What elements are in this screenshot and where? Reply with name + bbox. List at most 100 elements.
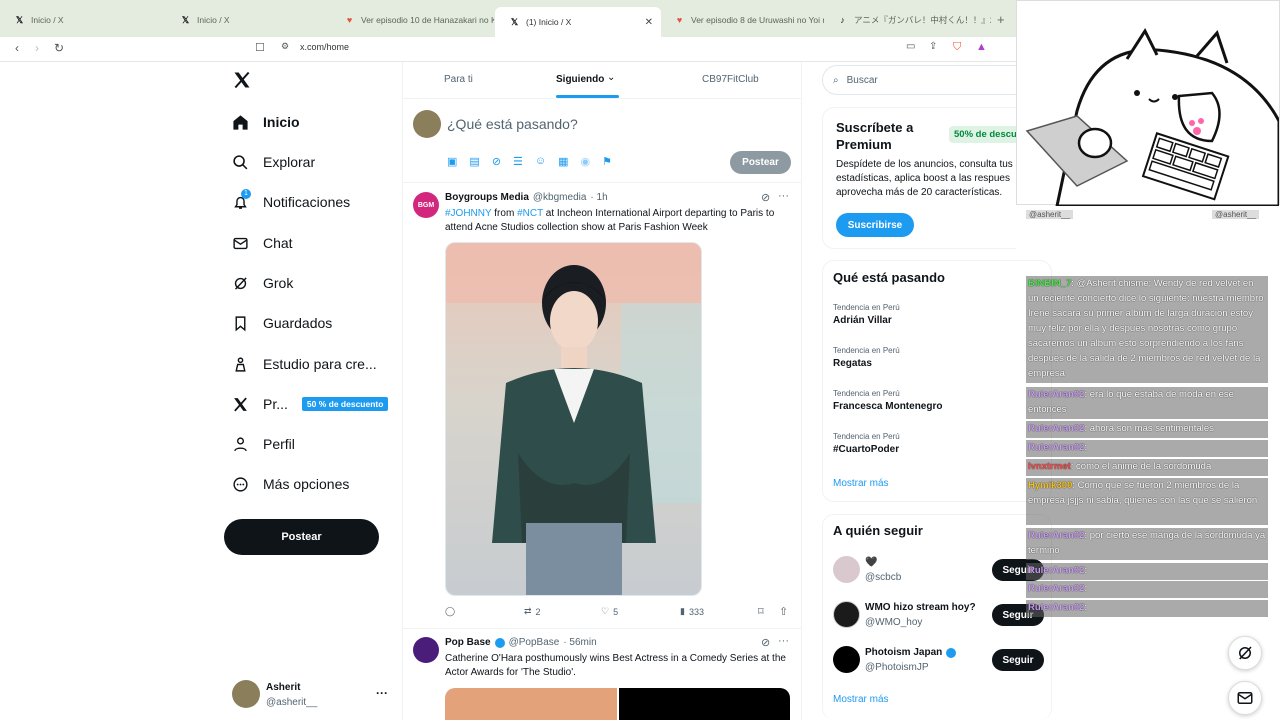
trends-show-more-link[interactable]: Mostrar más	[833, 478, 889, 489]
cast-icon[interactable]: ▭	[906, 41, 915, 52]
location-icon[interactable]: ◉	[581, 155, 591, 168]
chevron-down-icon[interactable]: ⌄	[607, 72, 615, 83]
brave-shield-icon[interactable]: ⛉	[953, 41, 961, 54]
url-field[interactable]: x.com/home	[300, 42, 349, 52]
grok-icon[interactable]: ⊘	[761, 636, 770, 649]
tweet-time[interactable]: · 56min	[563, 637, 596, 648]
tweet-media-image[interactable]	[445, 688, 617, 720]
trend-item[interactable]: Tendencia en Perú Adrián Villar	[833, 303, 900, 326]
new-tab-icon[interactable]: +	[997, 12, 1005, 27]
overlay-user-tag: @asherit__	[1212, 210, 1260, 219]
image-icon[interactable]: ▣	[447, 155, 457, 168]
trend-item[interactable]: Tendencia en Perú Regatas	[833, 346, 900, 369]
tweet-avatar[interactable]: BGM	[413, 192, 439, 218]
account-more-icon[interactable]: ···	[376, 686, 388, 700]
sidebar-item-mas-opciones[interactable]: Más opciones	[232, 472, 349, 496]
tweet-media-image[interactable]	[445, 242, 702, 596]
tweet-more-icon[interactable]: ···	[778, 635, 789, 647]
forward-icon[interactable]: ›	[35, 41, 39, 55]
tweet-text: #JOHNNY from #NCT at Incheon Internation…	[445, 208, 775, 233]
reply-action[interactable]: ◯	[445, 606, 455, 617]
rewards-icon[interactable]: ▲	[976, 41, 987, 53]
follow-button[interactable]: Seguir	[992, 649, 1044, 671]
avatar[interactable]	[833, 646, 860, 673]
share-icon[interactable]: ⇧	[779, 605, 788, 618]
bookmark-page-icon[interactable]: ☐	[255, 41, 265, 54]
reload-icon[interactable]: ↻	[54, 41, 64, 55]
browser-tab-active[interactable]: 𝕏 (1) Inicio / X ✕	[495, 7, 661, 37]
browser-tab[interactable]: ♥ Ver episodio 8 de Uruwashi no Yoi no	[660, 9, 824, 31]
browser-tab[interactable]: ♥ Ver episodio 10 de Hanazakari no Ki	[330, 9, 494, 31]
schedule-icon[interactable]: ▦	[558, 155, 568, 168]
x-logo-icon[interactable]	[232, 70, 252, 90]
browser-tab[interactable]: ♪ アニメ『ガンバレ！中村くん！！』2026年	[823, 9, 991, 31]
bookmark-icon[interactable]: ⌑	[758, 605, 764, 618]
chat-message: RulerAran02:	[1026, 581, 1268, 598]
x-logo-icon	[232, 396, 249, 413]
tweet-author-name[interactable]: Boygroups Media	[445, 192, 529, 203]
tweet-handle[interactable]: @PopBase	[509, 637, 560, 648]
chat-message: RulerAran02: era lo que estaba de moda e…	[1026, 387, 1268, 419]
search-icon: ⌕	[833, 74, 839, 86]
like-action[interactable]: ♡ 5	[601, 606, 618, 617]
tiktok-icon: ♪	[840, 15, 845, 25]
grok-icon[interactable]: ⊘	[492, 155, 501, 168]
trend-item[interactable]: Tendencia en Perú #CuartoPoder	[833, 432, 900, 455]
sidebar-item-grok[interactable]: Grok	[232, 271, 293, 295]
grok-icon	[1236, 644, 1254, 662]
tweet-header: Pop Base @PopBase · 56min	[445, 637, 597, 648]
avatar[interactable]	[232, 680, 260, 708]
gif-icon[interactable]: ▤	[469, 155, 479, 168]
tab-para-ti[interactable]: Para ti	[444, 74, 473, 85]
site-settings-icon[interactable]: ⚙	[281, 41, 289, 52]
compose-toolbar: ▣ ▤ ⊘ ☰ ☺ ▦ ◉ ⚑	[447, 155, 612, 168]
bongo-cat-overlay	[1016, 0, 1280, 206]
chat-message: RulerAran02:	[1026, 440, 1268, 457]
emoji-icon[interactable]: ☺	[535, 155, 546, 168]
follow-show-more-link[interactable]: Mostrar más	[833, 694, 889, 705]
browser-tab[interactable]: 𝕏 Inicio / X	[0, 9, 164, 31]
sidebar-item-estudio[interactable]: Estudio para cre...	[232, 352, 377, 376]
follow-name[interactable]: WMO hizo stream hoy?	[865, 602, 976, 613]
sidebar-item-guardados[interactable]: Guardados	[232, 311, 332, 335]
flag-icon[interactable]: ⚑	[602, 155, 612, 168]
sidebar-item-inicio[interactable]: Inicio	[232, 110, 300, 134]
tweet-media-image[interactable]	[619, 688, 790, 720]
avatar[interactable]	[833, 556, 860, 583]
subscribe-button[interactable]: Suscribirse	[836, 213, 914, 237]
sidebar-item-premium[interactable]: Pr... 50 % de descuento	[232, 392, 389, 416]
grok-float-button[interactable]	[1228, 636, 1262, 670]
tab-cb97fitclub[interactable]: CB97FitClub	[702, 74, 759, 85]
tweet-author-name[interactable]: Pop Base	[445, 637, 491, 648]
sidebar-item-perfil[interactable]: Perfil	[232, 432, 295, 456]
grok-icon[interactable]: ⊘	[761, 191, 770, 204]
back-icon[interactable]: ‹	[15, 41, 19, 55]
retweet-action[interactable]: ⇄ 2	[524, 606, 541, 617]
more-circle-icon	[232, 476, 249, 493]
home-icon	[232, 114, 249, 131]
compose-input[interactable]: ¿Qué está pasando?	[447, 116, 578, 132]
poll-icon[interactable]: ☰	[513, 155, 523, 168]
compose-post-button[interactable]: Postear	[730, 151, 791, 174]
verified-icon	[494, 637, 505, 648]
follow-name[interactable]: 🖤	[865, 557, 877, 568]
tweet-handle[interactable]: @kbgmedia	[533, 192, 587, 203]
messages-float-button[interactable]	[1228, 681, 1262, 715]
sidebar-item-notificaciones[interactable]: 1 Notificaciones	[232, 188, 350, 214]
views-action[interactable]: ▮ 333	[680, 606, 704, 617]
sidebar-item-chat[interactable]: Chat	[232, 231, 293, 255]
tab-siguiendo[interactable]: Siguiendo	[556, 74, 604, 85]
trend-item[interactable]: Tendencia en Perú Francesca Montenegro	[833, 389, 942, 412]
tweet-time[interactable]: · 1h	[590, 192, 607, 203]
browser-tab[interactable]: 𝕏 Inicio / X	[166, 9, 330, 31]
share-icon[interactable]: ⇪	[929, 41, 937, 52]
tweet-avatar[interactable]	[413, 637, 439, 663]
follow-name[interactable]: Photoism Japan	[865, 647, 957, 658]
avatar[interactable]	[833, 601, 860, 628]
post-button[interactable]: Postear	[224, 519, 379, 555]
sidebar-item-explorar[interactable]: Explorar	[232, 150, 315, 174]
premium-discount-badge: 50% de descu	[949, 126, 1016, 143]
close-tab-icon[interactable]: ✕	[645, 17, 661, 28]
search-input[interactable]: ⌕ Buscar	[822, 65, 1016, 95]
tweet-more-icon[interactable]: ···	[778, 190, 789, 202]
